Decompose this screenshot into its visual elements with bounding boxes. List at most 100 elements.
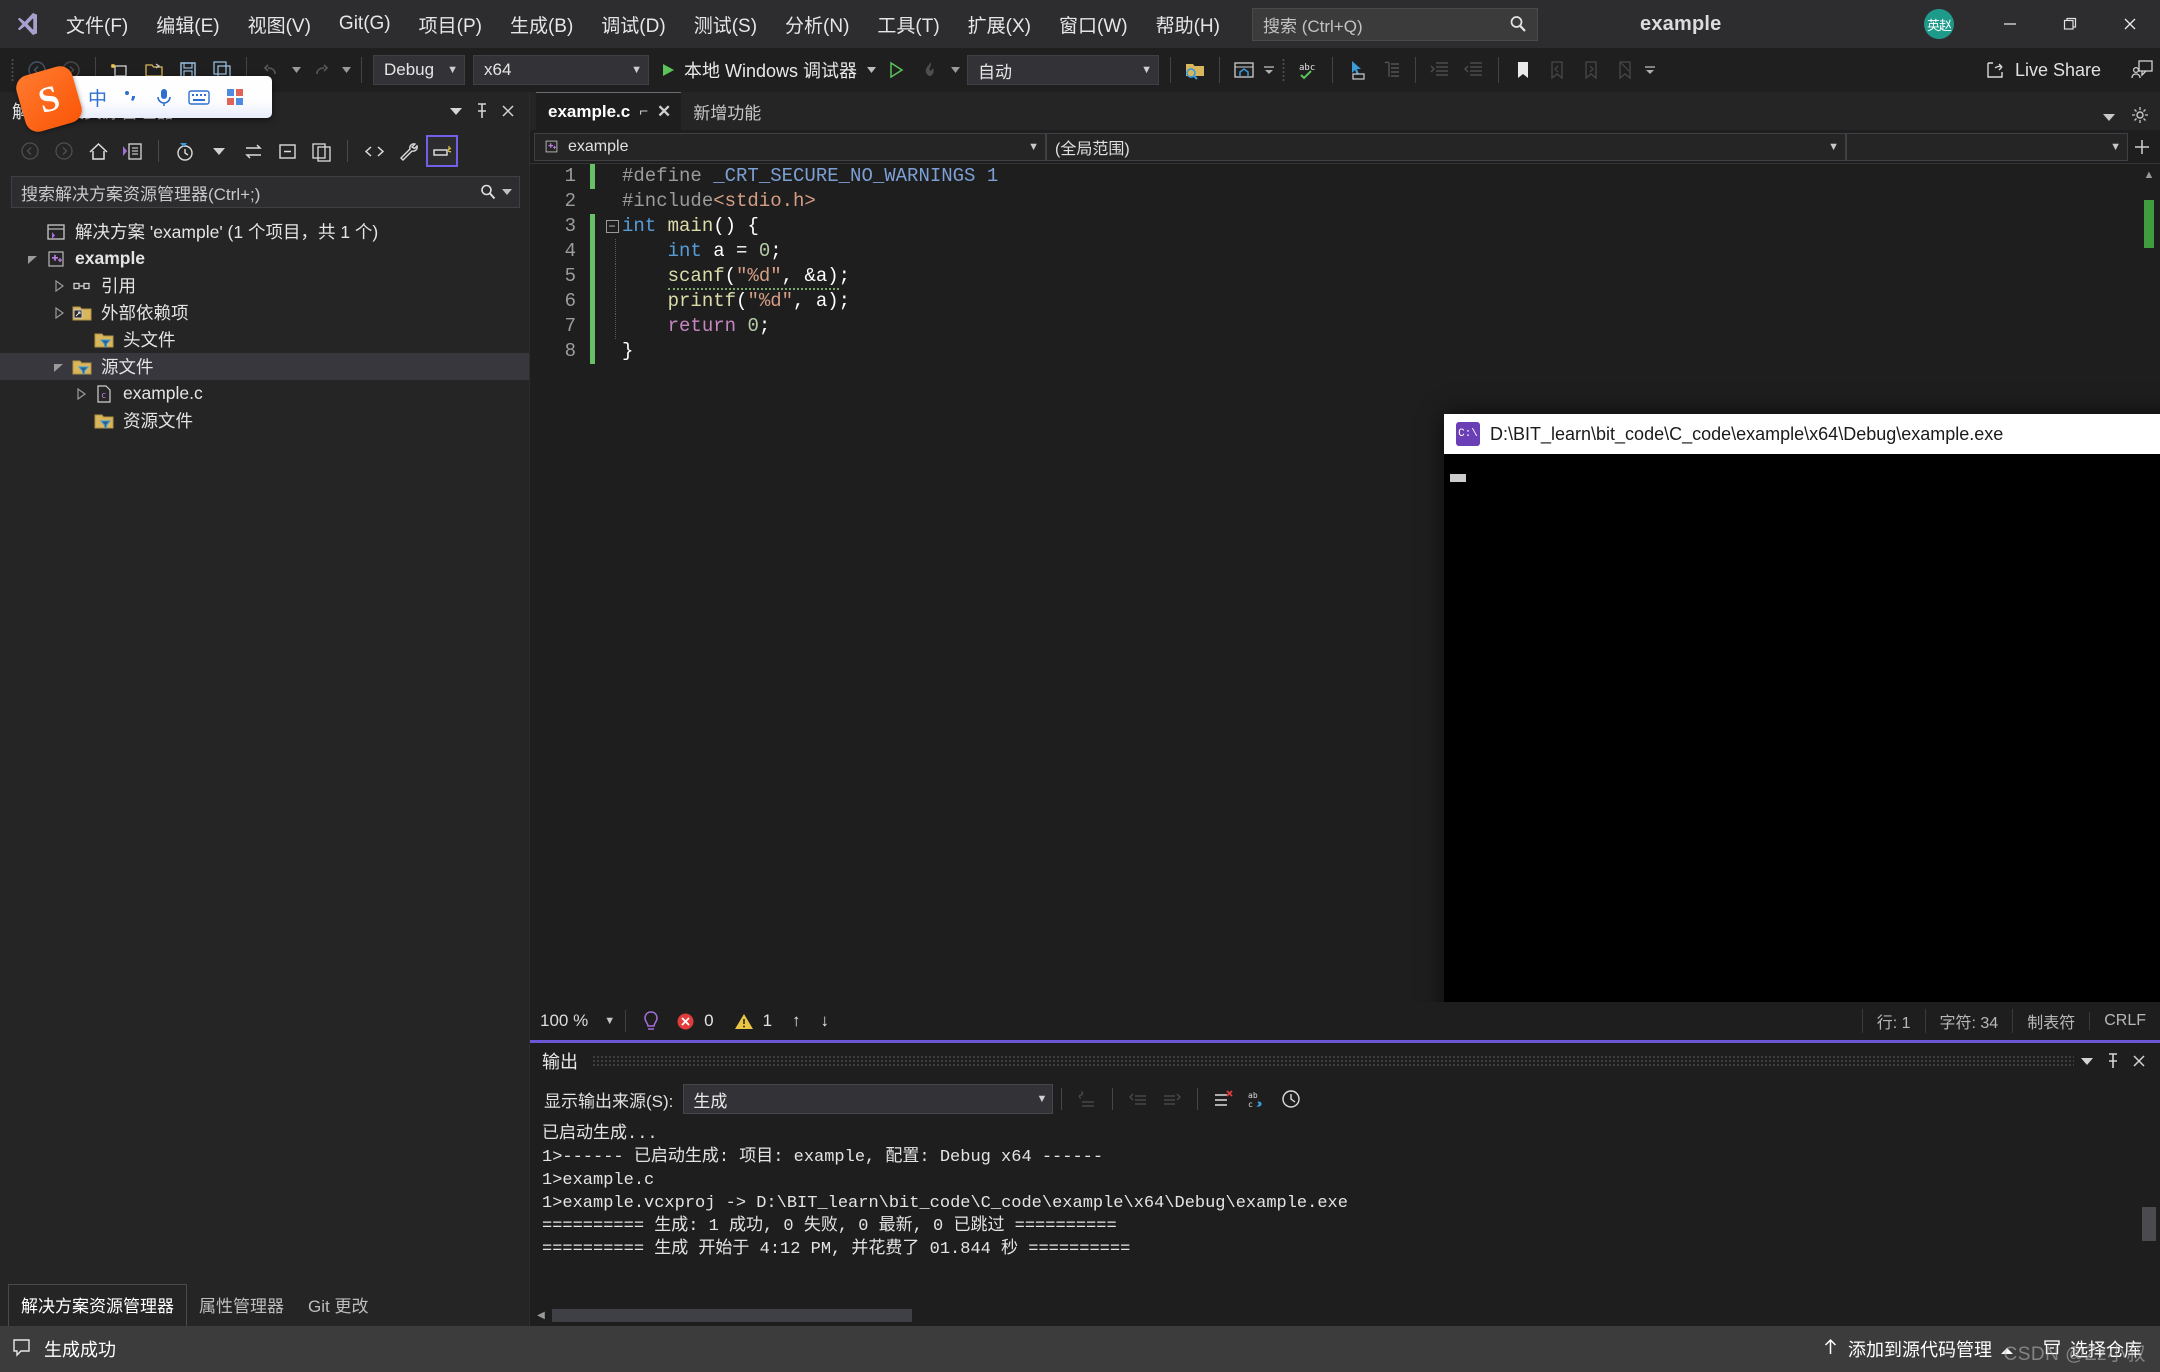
redo-dropdown-icon[interactable] bbox=[338, 53, 354, 87]
go-to-next-message-icon[interactable] bbox=[1155, 1084, 1189, 1114]
split-view-icon[interactable] bbox=[2128, 138, 2156, 156]
solution-platform-combo[interactable]: x64 ▼ bbox=[473, 55, 649, 85]
pin-icon[interactable] bbox=[2100, 1048, 2126, 1074]
solution-view-icon[interactable] bbox=[116, 135, 148, 167]
ime-apps-icon[interactable] bbox=[225, 87, 245, 107]
close-icon[interactable] bbox=[2126, 1048, 2152, 1074]
output-scroll-thumb[interactable] bbox=[2142, 1207, 2156, 1241]
menu-build[interactable]: 生成(B) bbox=[496, 0, 587, 48]
menu-git[interactable]: Git(G) bbox=[325, 0, 405, 48]
output-horizontal-scrollbar[interactable]: ◀ bbox=[530, 1304, 2160, 1326]
menu-tools[interactable]: 工具(T) bbox=[863, 0, 953, 48]
sync-with-active-document-icon[interactable] bbox=[237, 135, 269, 167]
menu-help[interactable]: 帮助(H) bbox=[1142, 0, 1234, 48]
tree-row-resource-files[interactable]: 资源文件 bbox=[0, 407, 529, 434]
tab-list-dropdown-icon[interactable] bbox=[2102, 109, 2116, 127]
solution-home-icon[interactable] bbox=[1227, 53, 1261, 87]
spell-check-icon[interactable]: abc bbox=[1291, 53, 1325, 87]
add-to-source-control-button[interactable]: 添加到源代码管理 bbox=[1812, 1326, 2023, 1372]
warning-count[interactable]: 1 bbox=[724, 1011, 782, 1031]
hot-reload-dropdown-icon[interactable] bbox=[947, 53, 963, 87]
tab-git-changes[interactable]: Git 更改 bbox=[296, 1285, 380, 1326]
clear-bookmarks-icon[interactable] bbox=[1608, 53, 1642, 87]
twisty-expanded-icon[interactable] bbox=[48, 353, 70, 380]
find-message-icon[interactable] bbox=[1070, 1084, 1104, 1114]
solution-explorer-search-input[interactable]: 搜索解决方案资源管理器(Ctrl+;) bbox=[11, 176, 520, 208]
zoom-level-combo[interactable]: 100 % ▼ bbox=[540, 1011, 615, 1031]
tree-row-example-c[interactable]: c example.c bbox=[0, 380, 529, 407]
pin-icon[interactable]: ⌐ bbox=[639, 103, 648, 120]
close-button[interactable] bbox=[2100, 0, 2160, 48]
output-hscroll-thumb[interactable] bbox=[552, 1308, 912, 1322]
close-icon[interactable] bbox=[495, 98, 521, 124]
ime-soft-keyboard-icon[interactable] bbox=[188, 89, 210, 106]
error-count[interactable]: 0 bbox=[666, 1011, 723, 1031]
pending-changes-icon[interactable] bbox=[169, 135, 201, 167]
back-icon[interactable] bbox=[14, 135, 46, 167]
console-output-area[interactable] bbox=[1444, 454, 2160, 1002]
menu-view[interactable]: 视图(V) bbox=[234, 0, 325, 48]
next-issue-button[interactable]: ↓ bbox=[811, 1011, 840, 1031]
search-options-dropdown-icon[interactable] bbox=[499, 188, 515, 196]
tree-row-solution[interactable]: 解决方案 'example' (1 个项目，共 1 个) bbox=[0, 218, 529, 245]
previous-issue-button[interactable]: ↑ bbox=[782, 1011, 811, 1031]
ime-voice-input-icon[interactable] bbox=[155, 87, 173, 107]
output-drag-dots[interactable] bbox=[592, 1055, 2074, 1067]
tree-row-project-example[interactable]: example bbox=[0, 245, 529, 272]
navbar-scope-combo[interactable]: (全局范围) ▼ bbox=[1046, 132, 1846, 161]
output-vertical-scrollbar[interactable] bbox=[2138, 1119, 2160, 1304]
solution-configuration-combo[interactable]: Debug ▼ bbox=[373, 55, 465, 85]
undo-dropdown-icon[interactable] bbox=[288, 53, 304, 87]
view-code-icon[interactable] bbox=[358, 135, 390, 167]
start-without-debug-icon[interactable] bbox=[879, 53, 913, 87]
forward-icon[interactable] bbox=[48, 135, 80, 167]
code-editor[interactable]: 1 #define _CRT_SECURE_NO_WARNINGS 1 2 #i… bbox=[530, 164, 2160, 1002]
twisty-expanded-icon[interactable] bbox=[22, 245, 44, 272]
menu-debug[interactable]: 调试(D) bbox=[587, 0, 679, 48]
toolbar-grip[interactable] bbox=[1277, 57, 1291, 83]
debug-target-dropdown-icon[interactable] bbox=[863, 53, 879, 87]
tab-property-manager[interactable]: 属性管理器 bbox=[187, 1285, 296, 1326]
close-icon[interactable]: ✕ bbox=[657, 102, 671, 122]
properties-icon[interactable] bbox=[392, 135, 424, 167]
menu-file[interactable]: 文件(F) bbox=[52, 0, 142, 48]
outdent-icon[interactable] bbox=[1457, 53, 1491, 87]
menu-project[interactable]: 项目(P) bbox=[405, 0, 496, 48]
tree-row-header-files[interactable]: 头文件 bbox=[0, 326, 529, 353]
scroll-up-icon[interactable]: ▲ bbox=[2138, 164, 2160, 186]
find-in-files-icon[interactable] bbox=[1178, 53, 1212, 87]
live-share-button[interactable]: Live Share bbox=[1984, 59, 2160, 81]
twisty-collapsed-icon[interactable] bbox=[48, 272, 70, 299]
tree-row-external-dependencies[interactable]: 外部依赖项 bbox=[0, 299, 529, 326]
editor-tab-example-c[interactable]: example.c ⌐ ✕ bbox=[536, 92, 682, 130]
console-title-bar[interactable]: C:\ D:\BIT_learn\bit_code\C_code\example… bbox=[1444, 414, 2160, 454]
output-source-combo[interactable]: 生成 ▼ bbox=[683, 1084, 1054, 1114]
tree-row-source-files[interactable]: 源文件 bbox=[0, 353, 529, 380]
ime-punctuation-icon[interactable] bbox=[122, 88, 140, 106]
hot-reload-icon[interactable] bbox=[913, 53, 947, 87]
editor-settings-icon[interactable] bbox=[2130, 105, 2150, 130]
show-timestamps-icon[interactable] bbox=[1274, 1084, 1308, 1114]
twisty-collapsed-icon[interactable] bbox=[48, 299, 70, 326]
avatar[interactable]: 英赵 bbox=[1924, 9, 1954, 39]
editor-tab-new-features[interactable]: 新增功能 bbox=[681, 92, 771, 130]
start-debug-button[interactable]: 本地 Windows 调试器 bbox=[653, 53, 863, 87]
home-icon[interactable] bbox=[82, 135, 114, 167]
twisty-collapsed-icon[interactable] bbox=[70, 380, 92, 407]
panel-dropdown-icon[interactable] bbox=[443, 98, 469, 124]
navbar-member-combo[interactable]: ▼ bbox=[1846, 132, 2128, 161]
debug-auto-combo[interactable]: 自动 ▼ bbox=[967, 55, 1160, 85]
chevron-down-icon[interactable] bbox=[203, 135, 235, 167]
output-text-area[interactable]: 已启动生成... 1>------ 已启动生成: 项目: example, 配置… bbox=[530, 1119, 2160, 1304]
redo-icon[interactable] bbox=[304, 53, 338, 87]
toggle-word-wrap-icon[interactable]: ab c bbox=[1240, 1084, 1274, 1114]
navbar-project-combo[interactable]: example ▼ bbox=[534, 132, 1046, 161]
panel-dropdown-icon[interactable] bbox=[2074, 1048, 2100, 1074]
menu-window[interactable]: 窗口(W) bbox=[1045, 0, 1142, 48]
toolbar-overflow-icon[interactable] bbox=[1261, 53, 1277, 87]
scroll-left-icon[interactable]: ◀ bbox=[530, 1310, 552, 1321]
toolbar-options-icon[interactable] bbox=[1642, 53, 1658, 87]
clear-all-icon[interactable] bbox=[1206, 1084, 1240, 1114]
select-tool-icon[interactable] bbox=[1340, 53, 1374, 87]
tree-row-references[interactable]: 引用 bbox=[0, 272, 529, 299]
